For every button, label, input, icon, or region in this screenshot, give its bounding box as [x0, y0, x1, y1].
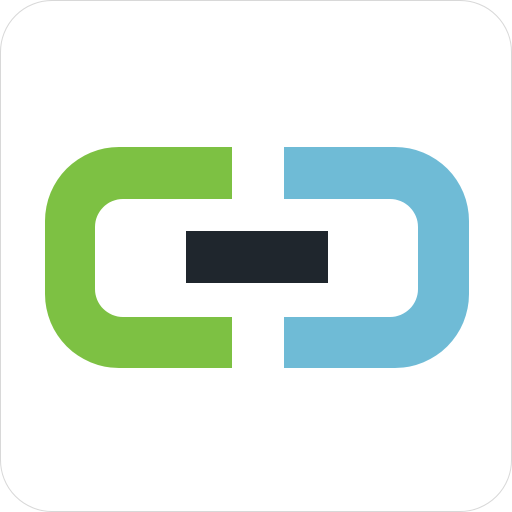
- center-bar: [186, 231, 328, 283]
- app-icon[interactable]: [0, 0, 512, 512]
- link-icon: [45, 147, 469, 368]
